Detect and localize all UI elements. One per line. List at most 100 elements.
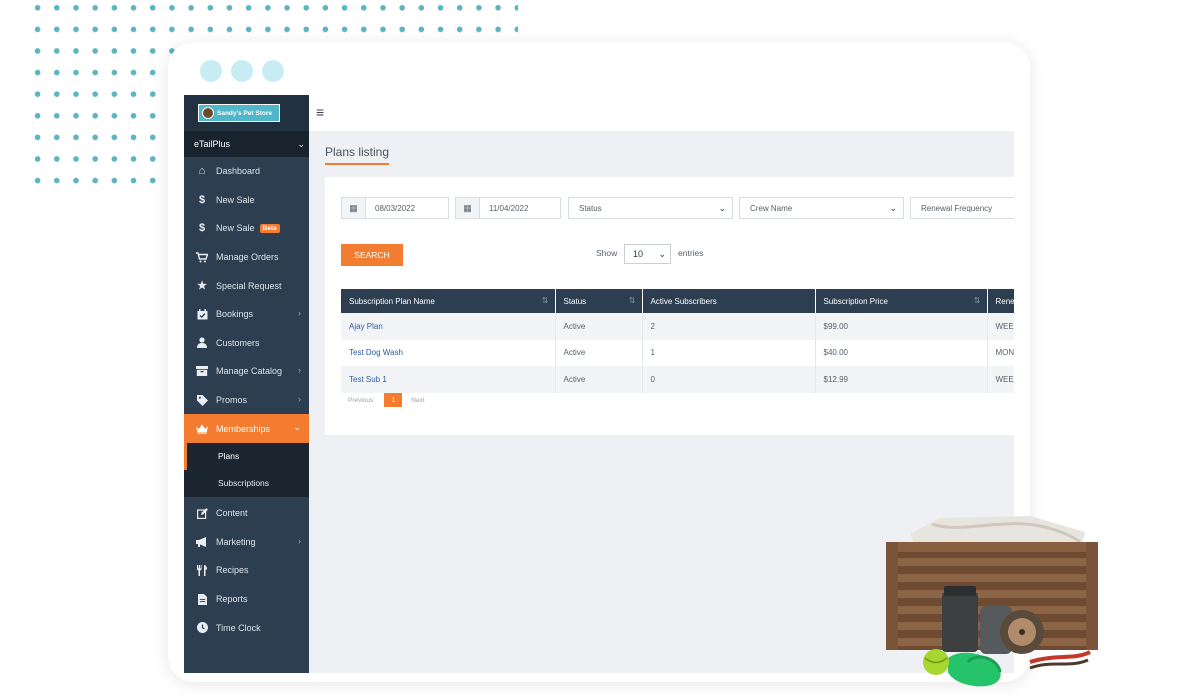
edit-icon bbox=[196, 507, 208, 519]
title-underline bbox=[325, 163, 389, 165]
column-header-plan-name[interactable]: Subscription Plan Name ⇅ bbox=[341, 289, 556, 313]
sidebar-item-recipes[interactable]: Recipes bbox=[184, 556, 309, 585]
column-header-label: Subscription Price bbox=[823, 296, 888, 306]
logo-area: Sandy's Pet Store bbox=[184, 95, 309, 131]
renewal-frequency-select[interactable]: Renewal Frequency bbox=[910, 197, 1014, 219]
column-header-active-subscribers[interactable]: Active Subscribers bbox=[642, 289, 816, 313]
start-date-field[interactable]: ▦ 08/03/2022 bbox=[341, 197, 449, 219]
status-select-value: Status bbox=[579, 203, 602, 213]
tag-icon bbox=[196, 394, 208, 406]
chevron-down-icon: ⌄ bbox=[718, 203, 726, 213]
crown-icon bbox=[196, 423, 208, 435]
table-header-row: Subscription Plan Name ⇅ Status ⇅ Active S… bbox=[341, 289, 1014, 313]
window-dot bbox=[231, 60, 253, 82]
user-icon bbox=[196, 337, 208, 349]
memberships-submenu: Plans Subscriptions bbox=[184, 442, 309, 497]
next-page-button[interactable]: Next bbox=[411, 397, 424, 404]
entries-label: entries bbox=[678, 248, 704, 258]
table-cell: MONTHLY bbox=[987, 339, 1014, 366]
plans-panel: ▦ 08/03/2022 ▦ 11/04/2022 Status ⌄ Crew … bbox=[325, 177, 1014, 435]
sidebar-item-customers[interactable]: Customers bbox=[184, 329, 309, 358]
start-date-value: 08/03/2022 bbox=[375, 203, 416, 213]
sidebar-item-content[interactable]: Content bbox=[184, 499, 309, 528]
table-cell: WEEKLY bbox=[987, 366, 1014, 393]
sidebar-item-manage-catalog[interactable]: Manage Catalog › bbox=[184, 357, 309, 386]
sidebar-item-bookings[interactable]: Bookings › bbox=[184, 300, 309, 329]
archive-icon bbox=[196, 365, 208, 377]
submenu-item-label: Subscriptions bbox=[218, 478, 270, 489]
account-name: eTailPlus bbox=[194, 139, 231, 149]
table-cell: WEEKLY bbox=[987, 313, 1014, 340]
sidebar-item-label: Recipes bbox=[216, 565, 249, 576]
table-cell: 2 bbox=[642, 313, 816, 340]
sidebar-item-label: Customers bbox=[216, 337, 260, 348]
sidebar-item-label: Manage Catalog bbox=[216, 366, 283, 377]
status-select[interactable]: Status ⌄ bbox=[568, 197, 733, 219]
sort-icon: ⇅ bbox=[628, 296, 636, 305]
chevron-down-icon: ⌄ bbox=[293, 422, 301, 433]
column-header-subscription-price[interactable]: Subscription Price ⇅ bbox=[815, 289, 988, 313]
dollar-icon: $ bbox=[198, 222, 206, 235]
table-row: Test Dog Wash Active 1 $40.00 MONTHLY bbox=[341, 339, 1014, 366]
sidebar-item-label: Bookings bbox=[216, 309, 254, 320]
previous-page-button[interactable]: Previous bbox=[348, 397, 373, 404]
table-cell: $40.00 bbox=[815, 339, 988, 366]
sidebar-item-new-sale[interactable]: $ New Sale bbox=[184, 186, 309, 215]
pet-gift-crate-image bbox=[886, 516, 1098, 687]
sidebar-item-label: New Sale bbox=[216, 194, 255, 205]
show-label: Show bbox=[596, 248, 618, 258]
top-bar: ≡ bbox=[309, 95, 1014, 131]
window-dot bbox=[200, 60, 222, 82]
entries-per-page-select[interactable]: 10 ⌄ bbox=[624, 244, 671, 264]
sidebar-item-time-clock[interactable]: Time Clock bbox=[184, 613, 309, 642]
table-cell: Active bbox=[555, 313, 643, 340]
chevron-down-icon: ⌄ bbox=[889, 203, 897, 213]
calendar-icon bbox=[196, 308, 208, 320]
plan-name-link[interactable]: Ajay Plan bbox=[341, 313, 556, 340]
sidebar-item-label: Time Clock bbox=[216, 622, 261, 633]
column-header-renewal-frequency[interactable]: Renewal Frequency bbox=[987, 289, 1014, 313]
table-cell: Active bbox=[555, 339, 643, 366]
chevron-right-icon: › bbox=[298, 307, 301, 318]
cart-icon bbox=[196, 251, 208, 263]
plan-name-link[interactable]: Test Dog Wash bbox=[341, 339, 556, 366]
sidebar-item-label: Manage Orders bbox=[216, 252, 279, 263]
window-dot bbox=[262, 60, 284, 82]
table-cell: $99.00 bbox=[815, 313, 988, 340]
end-date-field[interactable]: ▦ 11/04/2022 bbox=[455, 197, 561, 219]
sidebar-item-promos[interactable]: Promos › bbox=[184, 386, 309, 415]
store-name: Sandy's Pet Store bbox=[217, 109, 273, 117]
sidebar-item-manage-orders[interactable]: Manage Orders bbox=[184, 243, 309, 272]
chevron-right-icon: › bbox=[298, 393, 301, 404]
calendar-icon: ▦ bbox=[342, 198, 366, 218]
pet-logo-icon bbox=[202, 107, 214, 119]
plans-table: Subscription Plan Name ⇅ Status ⇅ Active S… bbox=[341, 289, 1014, 393]
sidebar-item-new-sale-beta[interactable]: $ New Sale Beta bbox=[184, 214, 309, 243]
entries-per-page-value: 10 bbox=[633, 249, 644, 259]
crew-name-select-value: Crew Name bbox=[750, 203, 793, 213]
sidebar-item-marketing[interactable]: Marketing › bbox=[184, 528, 309, 557]
sidebar-item-dashboard[interactable]: ⌂ Dashboard bbox=[184, 157, 309, 186]
chevron-right-icon: › bbox=[298, 535, 301, 546]
calendar-icon: ▦ bbox=[456, 198, 480, 218]
store-logo[interactable]: Sandy's Pet Store bbox=[198, 104, 280, 122]
submenu-item-plans[interactable]: Plans bbox=[184, 442, 309, 470]
page-1-button[interactable]: 1 bbox=[384, 393, 403, 407]
end-date-value: 11/04/2022 bbox=[489, 203, 529, 213]
sidebar-item-memberships[interactable]: Memberships ⌄ bbox=[184, 414, 309, 443]
submenu-item-subscriptions[interactable]: Subscriptions bbox=[184, 470, 309, 497]
column-header-label: Renewal Frequency bbox=[995, 296, 1015, 306]
sort-icon: ⇅ bbox=[973, 296, 981, 305]
dollar-icon: $ bbox=[198, 193, 206, 206]
column-header-status[interactable]: Status ⇅ bbox=[555, 289, 643, 313]
crew-name-select[interactable]: Crew Name ⌄ bbox=[739, 197, 904, 219]
search-button[interactable]: SEARCH bbox=[341, 244, 403, 266]
plan-name-link[interactable]: Test Sub 1 bbox=[341, 366, 556, 393]
account-selector[interactable]: eTailPlus ⌄ bbox=[184, 131, 309, 157]
hamburger-menu-icon[interactable]: ≡ bbox=[316, 104, 324, 120]
sidebar-item-special-request[interactable]: ★ Special Request bbox=[184, 271, 309, 300]
table-cell: $12.99 bbox=[815, 366, 988, 393]
table-cell: 0 bbox=[642, 366, 816, 393]
pagination: Previous 1 Next bbox=[348, 393, 425, 407]
sidebar-item-reports[interactable]: Reports bbox=[184, 585, 309, 614]
